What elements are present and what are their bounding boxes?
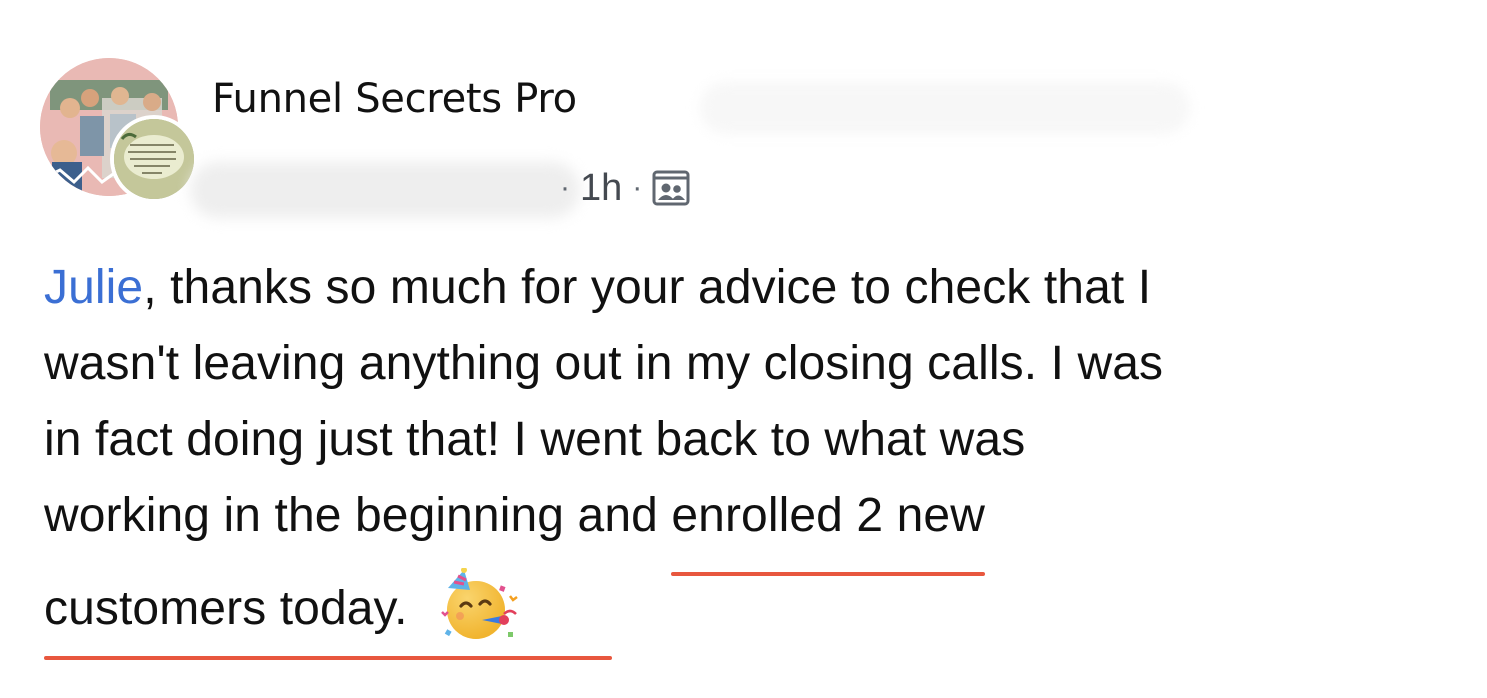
post-line: wasn't leaving anything out in my closin… [44, 337, 1164, 390]
post-text: working in the beginning and [44, 489, 672, 542]
redacted-author-blur [190, 162, 580, 218]
highlight-underline [44, 656, 612, 660]
group-name-link[interactable]: Funnel Secrets Pro [212, 76, 577, 122]
group-members-icon[interactable] [652, 169, 690, 207]
post-body: Julie, thanks so much for your advice to… [44, 250, 1464, 647]
mention-link[interactable]: Julie [44, 261, 143, 314]
post-text: , thanks so much for your advice to chec… [143, 261, 1152, 314]
post-line: customers today. [44, 567, 1464, 647]
post-line: working in the beginning and enrolled 2 … [44, 478, 1464, 576]
post-line: in fact doing just that! I went back to … [44, 413, 1026, 466]
facebook-group-post: Funnel Secrets Pro · 1h · Julie, thanks … [0, 0, 1487, 698]
highlighted-text: enrolled 2 new [671, 478, 985, 576]
profile-badge-photo [110, 115, 198, 203]
meta-separator: · [632, 171, 643, 204]
post-text: customers today. [44, 582, 408, 635]
partying-face-emoji [438, 567, 520, 642]
post-meta: · 1h · [560, 160, 690, 216]
group-avatar[interactable] [40, 58, 200, 203]
redacted-name-blur [700, 82, 1190, 134]
meta-separator: · [560, 171, 570, 204]
post-timestamp[interactable]: 1h [580, 167, 622, 210]
post-line: Julie, thanks so much for your advice to… [44, 250, 1464, 326]
